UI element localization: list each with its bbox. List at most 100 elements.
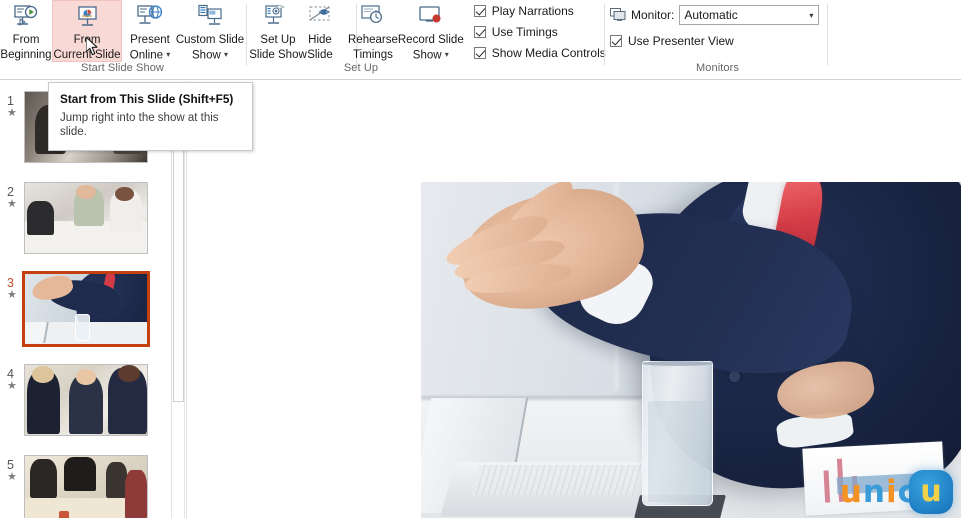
monitor-row: Monitor: Automatic ▾ — [610, 4, 820, 26]
set-up-checkbox-group: Play Narrations Use Timings Show Media C… — [473, 0, 606, 61]
thumbnail-number: 3 — [7, 276, 14, 290]
play-narrations-checkbox-row[interactable]: Play Narrations — [473, 2, 606, 19]
group-label-start-slide-show: Start Slide Show — [81, 62, 164, 74]
chart-bar — [823, 470, 831, 503]
water-level — [647, 401, 708, 503]
thumbnail-number: 5 — [7, 458, 14, 472]
chevron-down-icon[interactable]: ▾ — [166, 50, 170, 59]
thumbnail-meta: 2 ★ — [0, 182, 24, 211]
set-up-slide-show-icon — [264, 2, 292, 32]
hide-slide-label-line1: Hide — [308, 34, 332, 46]
rehearse-timings-label-line1: Rehearse — [348, 34, 398, 46]
chevron-down-icon[interactable]: ▾ — [224, 50, 228, 59]
thumbnail-meta: 4 ★ — [0, 364, 24, 393]
hide-slide-label-line2: Slide — [307, 48, 333, 61]
animation-star-icon: ★ — [7, 380, 17, 392]
ribbon-group-monitors: Monitor: Automatic ▾ Use Presenter View … — [610, 0, 825, 80]
use-timings-label: Use Timings — [491, 24, 558, 39]
from-current-slide-label-line2: Current Slide — [53, 48, 121, 61]
show-media-controls-checkbox-row[interactable]: Show Media Controls — [473, 44, 606, 61]
rehearse-timings-button[interactable]: Rehearse Timings — [348, 0, 398, 62]
present-from-current-icon — [73, 3, 101, 32]
ribbon-group-start-slide-show: From Beginning From Current Slide Presen… — [0, 0, 245, 80]
monitor-dropdown[interactable]: Automatic ▾ — [679, 5, 820, 25]
custom-slide-show-button[interactable]: Custom Slide Show ▾ — [175, 0, 245, 62]
monitor-dropdown-value: Automatic — [684, 8, 738, 22]
show-media-controls-checkbox[interactable] — [473, 46, 486, 59]
record-slide-show-icon — [417, 2, 445, 32]
scrollbar-thumb[interactable] — [173, 148, 184, 402]
from-beginning-button[interactable]: From Beginning — [0, 0, 52, 62]
rehearse-timings-icon — [359, 2, 387, 32]
logo-letter-i: i — [885, 474, 898, 510]
chevron-down-icon[interactable]: ▾ — [809, 11, 813, 20]
play-narrations-checkbox[interactable] — [473, 4, 486, 17]
logo-badge-letter: u — [920, 474, 942, 509]
hide-slide-icon — [306, 2, 334, 32]
present-online-label-line1: Present — [130, 34, 170, 46]
group-separator — [827, 4, 828, 66]
use-timings-checkbox[interactable] — [473, 25, 486, 38]
unicu-watermark-logo: u n i c u — [840, 470, 953, 514]
from-beginning-label-line2: Beginning — [0, 48, 52, 61]
group-label-monitors: Monitors — [696, 62, 739, 74]
use-presenter-view-checkbox[interactable] — [610, 34, 622, 47]
present-online-button[interactable]: Present Online ▾ — [122, 0, 178, 62]
thumbnail-number: 2 — [7, 185, 14, 199]
animation-star-icon: ★ — [7, 198, 17, 210]
tooltip-description: Jump right into the show at this slide. — [60, 112, 219, 138]
monitor-icon — [610, 8, 626, 22]
thumbnail-meta: 5 ★ — [0, 455, 24, 484]
record-slide-show-button[interactable]: Record Slide Show ▾ — [398, 0, 464, 62]
thumbnail-number: 4 — [7, 367, 14, 381]
tooltip-from-current-slide: Start from This Slide (Shift+F5) Jump ri… — [48, 82, 253, 151]
animation-star-icon: ★ — [7, 107, 17, 119]
record-slide-show-label-line1: Record Slide — [397, 34, 464, 46]
set-up-slide-show-label-line2: Slide Show — [249, 48, 307, 61]
from-current-slide-label-line1: From — [73, 34, 101, 46]
custom-slide-show-icon — [196, 2, 224, 32]
thumbnail-meta: 3 ★ — [0, 273, 24, 302]
powerpoint-window: From Beginning From Current Slide Presen… — [0, 0, 961, 518]
group-separator — [604, 4, 605, 66]
hide-slide-button[interactable]: Hide Slide — [306, 0, 334, 62]
present-online-icon — [136, 2, 164, 32]
thumbnail-slide-3[interactable]: 3 ★ — [0, 271, 168, 347]
tooltip-title: Start from This Slide (Shift+F5) — [60, 92, 234, 106]
thumbnail-frame[interactable] — [24, 182, 148, 254]
thumbnail-number: 1 — [7, 94, 14, 108]
use-presenter-view-checkbox-row[interactable]: Use Presenter View — [610, 32, 734, 49]
group-separator — [246, 4, 247, 66]
animation-star-icon: ★ — [7, 289, 17, 301]
from-current-slide-button[interactable]: From Current Slide — [52, 0, 122, 62]
from-beginning-label-line1: From — [12, 34, 40, 46]
current-slide-canvas[interactable] — [421, 182, 961, 518]
ribbon-slide-show-tab: From Beginning From Current Slide Presen… — [0, 0, 961, 80]
set-up-slide-show-button[interactable]: Set Up Slide Show — [249, 0, 307, 62]
rehearse-timings-label-line2: Timings — [353, 48, 393, 61]
present-online-label-line2: Online ▾ — [129, 48, 171, 61]
use-presenter-view-label: Use Presenter View — [628, 33, 734, 48]
custom-slide-show-label-line1: Custom Slide — [175, 34, 245, 46]
use-timings-checkbox-row[interactable]: Use Timings — [473, 23, 606, 40]
thumbnail-meta: 1 ★ — [0, 91, 24, 120]
set-up-slide-show-label-line1: Set Up — [260, 34, 296, 46]
thumbnail-frame[interactable] — [24, 455, 148, 518]
animation-star-icon: ★ — [7, 471, 17, 483]
chevron-down-icon[interactable]: ▾ — [445, 50, 449, 59]
thumbnail-frame[interactable] — [24, 364, 148, 436]
show-media-controls-label: Show Media Controls — [491, 45, 606, 60]
logo-badge: u — [909, 470, 953, 514]
record-slide-show-label-line2: Show ▾ — [412, 48, 449, 61]
thumbnail-slide-4[interactable]: 4 ★ — [0, 364, 168, 436]
thumbnail-slide-2[interactable]: 2 ★ — [0, 182, 168, 254]
group-label-set-up: Set Up — [343, 62, 379, 74]
ribbon-group-set-up: Set Up Slide Show Hide Slide Rehearse Ti… — [249, 0, 606, 80]
present-from-beginning-icon — [12, 2, 40, 32]
slide-editing-stage — [187, 81, 961, 518]
thumbnail-slide-5[interactable]: 5 ★ — [0, 455, 168, 518]
glass-rim — [642, 360, 713, 366]
laptop-keyboard — [470, 465, 642, 496]
thumbnail-frame-selected[interactable] — [22, 271, 150, 347]
logo-letter-n: n — [862, 474, 886, 510]
